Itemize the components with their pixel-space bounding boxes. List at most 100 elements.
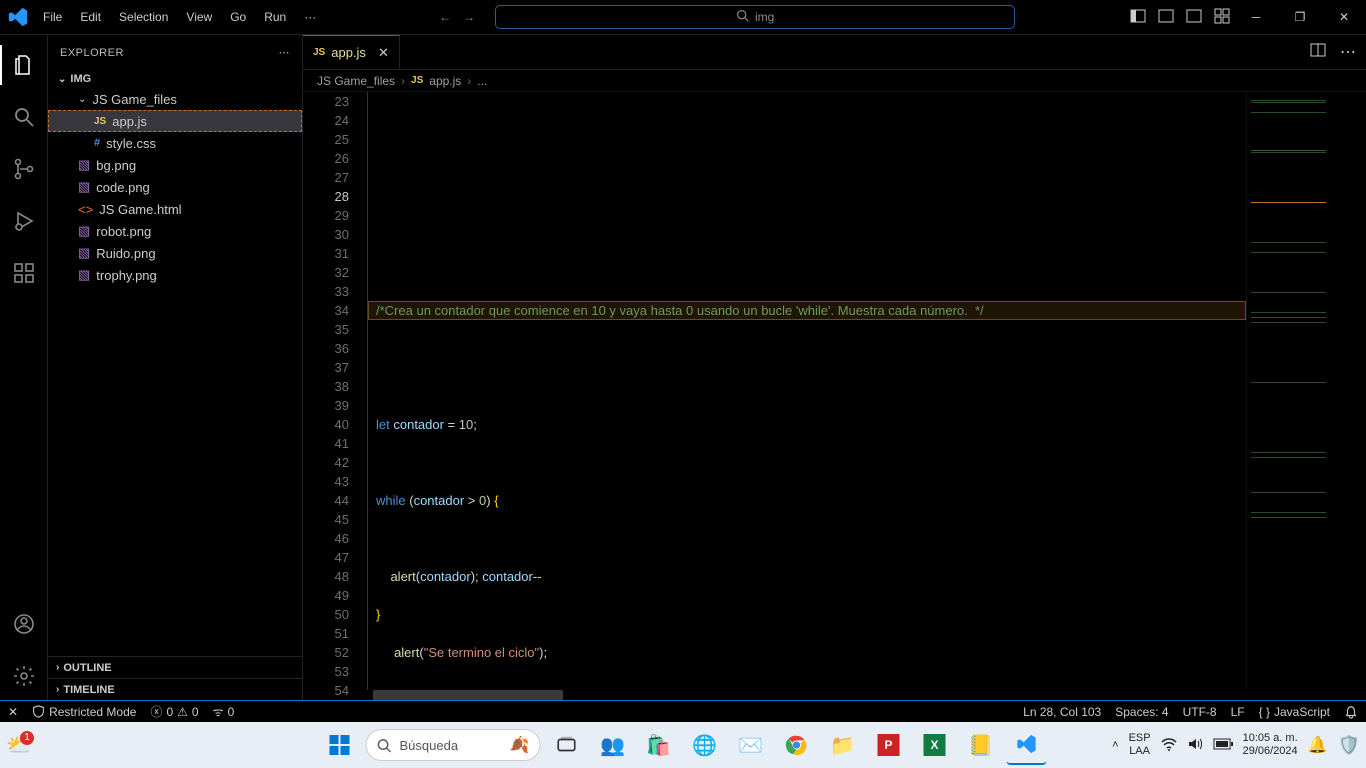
activity-settings[interactable] — [0, 652, 48, 700]
window-minimize-button[interactable]: ─ — [1234, 0, 1278, 35]
status-eol[interactable]: LF — [1231, 705, 1245, 719]
breadcrumbs[interactable]: JS Game_files › JS app.js › ... — [303, 70, 1366, 92]
language-label: JavaScript — [1274, 705, 1330, 719]
status-ports[interactable]: ᯤ0 — [213, 703, 235, 720]
menu-overflow[interactable]: ··· — [296, 6, 324, 28]
tray-notifications-icon[interactable]: 🔔 — [1308, 735, 1328, 755]
search-decoration-icon: 🍂 — [510, 735, 530, 755]
status-language-mode[interactable]: { } JavaScript — [1259, 705, 1330, 719]
window-maximize-button[interactable]: ❐ — [1278, 0, 1322, 35]
window-close-button[interactable]: ✕ — [1322, 0, 1366, 35]
taskbar-store[interactable]: 🛍️ — [639, 725, 679, 765]
code-editor[interactable]: 💡 /*Crea un contador que comience en 10 … — [367, 92, 1246, 690]
nav-back-icon[interactable]: ← — [439, 10, 451, 24]
taskbar-explorer[interactable]: 📁 — [823, 725, 863, 765]
layout-panel-icon[interactable] — [1158, 8, 1174, 27]
file-row-app-js[interactable]: JS app.js — [48, 110, 302, 132]
file-row-trophy-png[interactable]: ▧ trophy.png — [48, 264, 302, 286]
tray-chevron-up-icon[interactable]: ˄ — [1112, 739, 1118, 751]
code-token: ( — [406, 493, 414, 508]
file-name: robot.png — [96, 224, 151, 239]
menu-edit[interactable]: Edit — [72, 6, 109, 28]
timeline-section[interactable]: TIMELINE — [48, 678, 302, 700]
line-number-gutter[interactable]: 2324252627282930313233343536373839404142… — [303, 92, 367, 690]
taskbar-chrome[interactable] — [777, 725, 817, 765]
layout-primary-sidebar-icon[interactable] — [1130, 8, 1146, 27]
outline-section[interactable]: OUTLINE — [48, 656, 302, 678]
taskbar-mail[interactable]: ✉️ — [731, 725, 771, 765]
folder-row[interactable]: JS Game_files — [48, 88, 302, 110]
tab-app-js[interactable]: JS app.js ✕ — [303, 35, 400, 69]
tray-language[interactable]: ESP LAA — [1129, 732, 1151, 758]
scrollbar-thumb[interactable] — [373, 690, 563, 700]
breadcrumb-file[interactable]: app.js — [429, 74, 461, 88]
nav-forward-icon[interactable]: → — [463, 10, 475, 24]
activity-run-debug[interactable] — [0, 197, 48, 245]
more-actions-icon[interactable]: ⋯ — [1340, 42, 1356, 62]
tray-wifi-icon[interactable] — [1161, 736, 1177, 755]
menu-file[interactable]: File — [35, 6, 70, 28]
layout-secondary-sidebar-icon[interactable] — [1186, 8, 1202, 27]
tab-close-icon[interactable]: ✕ — [378, 45, 389, 61]
taskbar-search[interactable]: Búsqueda 🍂 — [366, 729, 541, 761]
warning-count: 0 — [192, 705, 199, 719]
activity-explorer[interactable] — [0, 41, 48, 89]
activity-account[interactable] — [0, 600, 48, 648]
horizontal-scrollbar[interactable] — [303, 690, 1366, 700]
status-problems[interactable]: ⓧ0 ⚠0 — [150, 703, 198, 720]
layout-customize-icon[interactable] — [1214, 8, 1230, 27]
taskbar-notes[interactable]: 📒 — [961, 725, 1001, 765]
code-token: ); — [539, 645, 547, 660]
breadcrumb-folder[interactable]: JS Game_files — [317, 74, 395, 88]
activity-search[interactable] — [0, 93, 48, 141]
menu-selection[interactable]: Selection — [111, 6, 176, 28]
tray-copilot-icon[interactable]: 🛡️ — [1338, 735, 1360, 756]
editor-area: JS app.js ✕ ⋯ JS Game_files › JS app.js … — [303, 35, 1366, 700]
taskbar-edge[interactable]: 🌐 — [685, 725, 725, 765]
code-token: } — [376, 607, 380, 622]
file-name: code.png — [96, 180, 150, 195]
menu-go[interactable]: Go — [222, 6, 254, 28]
tray-volume-icon[interactable] — [1187, 736, 1203, 755]
menu-view[interactable]: View — [178, 6, 220, 28]
split-editor-icon[interactable] — [1310, 42, 1326, 63]
chevron-right-icon: › — [401, 74, 405, 88]
start-button[interactable] — [320, 725, 360, 765]
chevron-down-icon — [78, 94, 86, 105]
status-remote[interactable]: ✕ — [8, 705, 18, 719]
status-indentation[interactable]: Spaces: 4 — [1115, 705, 1168, 719]
breadcrumb-symbol[interactable]: ... — [477, 74, 487, 88]
sidebar-more-icon[interactable]: ⋯ — [279, 46, 291, 59]
file-row-robot-png[interactable]: ▧ robot.png — [48, 220, 302, 242]
file-row-code-png[interactable]: ▧ code.png — [48, 176, 302, 198]
taskbar-vscode[interactable] — [1007, 725, 1047, 765]
menu-run[interactable]: Run — [256, 6, 294, 28]
code-token: contador — [420, 569, 471, 584]
file-row-ruido-png[interactable]: ▧ Ruido.png — [48, 242, 302, 264]
status-notifications-icon[interactable] — [1344, 705, 1358, 719]
taskbar-app1[interactable]: P — [869, 725, 909, 765]
taskbar-teams[interactable]: 👥 — [593, 725, 633, 765]
minimap[interactable] — [1246, 92, 1366, 690]
code-token: { — [494, 493, 498, 508]
tab-label: app.js — [331, 45, 366, 60]
taskbar-weather[interactable]: ⛅ 1 — [6, 733, 31, 758]
status-restricted-mode[interactable]: Restricted Mode — [32, 705, 136, 719]
tray-battery-icon[interactable] — [1213, 738, 1233, 753]
command-center-search[interactable]: img — [495, 5, 1015, 29]
file-row-js-game-html[interactable]: <> JS Game.html — [48, 198, 302, 220]
activity-source-control[interactable] — [0, 145, 48, 193]
restricted-label: Restricted Mode — [49, 705, 136, 719]
activity-extensions[interactable] — [0, 249, 48, 297]
file-row-bg-png[interactable]: ▧ bg.png — [48, 154, 302, 176]
status-cursor-position[interactable]: Ln 28, Col 103 — [1023, 705, 1101, 719]
taskbar-excel[interactable]: X — [915, 725, 955, 765]
clock-date: 29/06/2024 — [1243, 745, 1298, 758]
project-name: IMG — [70, 73, 91, 85]
file-row-style-css[interactable]: # style.css — [48, 132, 302, 154]
tray-clock[interactable]: 10:05 a. m. 29/06/2024 — [1243, 732, 1298, 758]
task-view-button[interactable] — [547, 725, 587, 765]
file-name: trophy.png — [96, 268, 156, 283]
status-encoding[interactable]: UTF-8 — [1183, 705, 1217, 719]
project-header[interactable]: IMG — [48, 70, 302, 88]
